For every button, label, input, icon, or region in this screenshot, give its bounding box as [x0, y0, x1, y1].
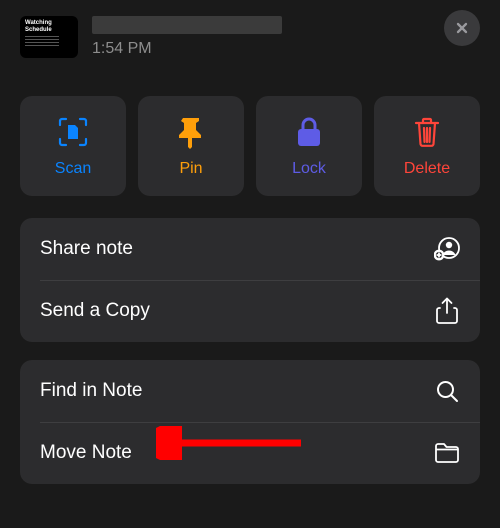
- timestamp: 1:54 PM: [92, 40, 480, 58]
- move-note-label: Move Note: [40, 442, 132, 464]
- lock-label: Lock: [292, 160, 326, 178]
- share-note-label: Share note: [40, 238, 133, 260]
- title-block: 1:54 PM: [92, 16, 480, 58]
- scan-label: Scan: [55, 160, 91, 178]
- action-tiles: Scan Pin Lock: [20, 96, 480, 196]
- pin-button[interactable]: Pin: [138, 96, 244, 196]
- action-sheet: Watching Schedule 1:54 PM Scan: [0, 0, 500, 528]
- note-thumbnail: Watching Schedule: [20, 16, 78, 58]
- delete-button[interactable]: Delete: [374, 96, 480, 196]
- search-icon: [434, 378, 460, 404]
- delete-label: Delete: [404, 160, 450, 178]
- close-button[interactable]: [444, 10, 480, 46]
- find-in-note-row[interactable]: Find in Note: [20, 360, 480, 422]
- find-in-note-label: Find in Note: [40, 380, 142, 402]
- lock-icon: [295, 116, 323, 148]
- share-person-icon: [434, 236, 460, 262]
- share-note-row[interactable]: Share note: [20, 218, 480, 280]
- share-up-icon: [434, 298, 460, 324]
- menu-group-2: Find in Note Move Note: [20, 360, 480, 484]
- move-note-row[interactable]: Move Note: [20, 422, 480, 484]
- thumbnail-title: Watching Schedule: [25, 20, 73, 34]
- pin-label: Pin: [179, 160, 202, 178]
- send-copy-row[interactable]: Send a Copy: [20, 280, 480, 342]
- folder-icon: [434, 440, 460, 466]
- redacted-title: [92, 16, 282, 34]
- lock-button[interactable]: Lock: [256, 96, 362, 196]
- trash-icon: [413, 116, 441, 148]
- send-copy-label: Send a Copy: [40, 300, 150, 322]
- pin-icon: [176, 115, 206, 149]
- header: Watching Schedule 1:54 PM: [20, 10, 480, 58]
- menu-group-1: Share note Send a Copy: [20, 218, 480, 342]
- scan-button[interactable]: Scan: [20, 96, 126, 196]
- scan-icon: [57, 116, 89, 148]
- close-icon: [454, 20, 470, 36]
